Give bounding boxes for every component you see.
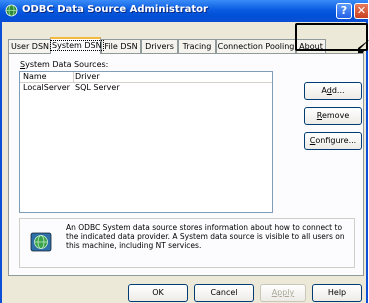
tab-label: File DSN xyxy=(104,42,138,51)
list-item[interactable]: LocalServer SQL Server xyxy=(20,83,272,93)
system-dsn-panel: System Data Sources: Name Driver LocalSe… xyxy=(8,53,364,276)
tab-system-dsn[interactable]: System DSN xyxy=(50,37,104,54)
tab-about[interactable]: About xyxy=(296,39,326,53)
tab-label: System DSN xyxy=(50,40,104,51)
odbc-admin-window: ODBC Data Source Administrator ? ✕ User … xyxy=(0,0,369,303)
tab-connection-pooling[interactable]: Connection Pooling xyxy=(216,39,296,53)
remove-button[interactable]: Remove xyxy=(304,107,362,125)
list-header: Name Driver xyxy=(20,72,272,83)
close-button[interactable]: ✕ xyxy=(354,3,368,19)
odbc-app-icon xyxy=(5,4,18,17)
tab-drivers[interactable]: Drivers xyxy=(141,39,178,53)
mouse-pointer-icon xyxy=(358,39,369,53)
column-header-name[interactable]: Name xyxy=(20,72,74,82)
title-bar[interactable]: ODBC Data Source Administrator ? ✕ xyxy=(0,0,368,22)
help-title-button[interactable]: ? xyxy=(336,3,352,19)
data-sources-list[interactable]: Name Driver LocalServer SQL Server xyxy=(19,71,273,213)
dsn-driver: SQL Server xyxy=(75,83,120,92)
tab-user-dsn[interactable]: User DSN xyxy=(8,39,52,53)
help-button[interactable]: Help xyxy=(312,284,362,302)
apply-button[interactable]: Apply xyxy=(260,284,306,302)
odbc-database-icon xyxy=(30,232,52,252)
column-header-driver[interactable]: Driver xyxy=(72,72,100,82)
btn-text: onfigure... xyxy=(315,136,357,145)
tab-label: Drivers xyxy=(145,42,174,51)
tab-strip: User DSN System DSN File DSN Drivers Tra… xyxy=(8,37,364,54)
tab-label: About xyxy=(299,42,323,51)
tab-label: Tracing xyxy=(182,42,212,51)
configure-button[interactable]: Configure... xyxy=(304,132,362,150)
info-description: An ODBC System data source stores inform… xyxy=(66,223,345,250)
btn-text: emove xyxy=(321,111,350,120)
tab-label: Connection Pooling xyxy=(217,42,295,51)
tab-tracing[interactable]: Tracing xyxy=(178,39,216,53)
btn-text: Apply xyxy=(271,288,295,297)
btn-text: d... xyxy=(331,86,345,95)
info-box: An ODBC System data source stores inform… xyxy=(19,218,355,268)
system-data-sources-label: System Data Sources: xyxy=(20,60,108,69)
tab-file-dsn[interactable]: File DSN xyxy=(101,39,141,53)
window-title: ODBC Data Source Administrator xyxy=(22,4,208,15)
dsn-name: LocalServer xyxy=(23,83,70,92)
ok-button[interactable]: OK xyxy=(128,284,188,302)
tab-label: User DSN xyxy=(11,42,49,51)
cancel-button[interactable]: Cancel xyxy=(194,284,254,302)
label-rest: ystem Data Sources: xyxy=(25,60,109,69)
add-button[interactable]: Add... xyxy=(304,82,362,100)
